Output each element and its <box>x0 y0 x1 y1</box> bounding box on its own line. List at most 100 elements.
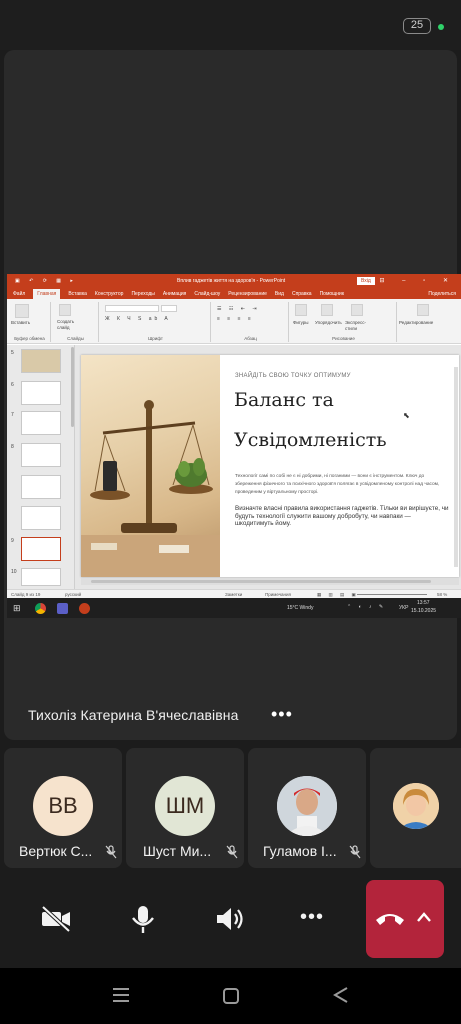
ppt-login-button[interactable]: Вхід <box>357 277 375 285</box>
find-icon[interactable] <box>417 304 429 316</box>
shapes-label[interactable]: Фигуры <box>293 320 309 325</box>
quick-styles-label[interactable]: Экспресс-стили <box>345 320 375 332</box>
windows-taskbar: ⊞ 15°C Windy ⌃ ◐ ♪ ✎ УКР 13:57 15.10.202… <box>7 598 461 618</box>
microphone-icon[interactable] <box>126 903 160 935</box>
chevron-up-icon[interactable] <box>416 911 432 923</box>
back-icon[interactable] <box>332 986 350 1004</box>
arrange-icon[interactable] <box>321 304 333 316</box>
language-indicator[interactable]: русский <box>65 592 81 597</box>
list-icons[interactable]: ☰ ☷ ⇤ ⇥ <box>217 306 260 312</box>
recent-apps-icon[interactable] <box>112 987 130 1003</box>
weather-widget[interactable]: 15°C Windy <box>287 605 313 611</box>
scroll-thumb[interactable] <box>91 580 431 583</box>
current-slide[interactable]: ЗНАЙДІТЬ СВОЮ ТОЧКУ ОПТИМУМУ Баланс та У… <box>81 355 459 577</box>
tab-help[interactable]: Справка <box>292 291 312 297</box>
slide-photo <box>81 355 220 577</box>
taskbar-time[interactable]: 13:57 <box>417 600 430 606</box>
font-label: Шрифт <box>148 336 163 341</box>
tab-review[interactable]: Рецензирование <box>228 291 267 297</box>
tab-assistant[interactable]: Помощник <box>320 291 344 297</box>
new-slide-label[interactable]: Создать слайд <box>57 319 79 331</box>
participant-tile[interactable]: ВВ Вертюк С... <box>4 748 122 868</box>
font-group: Ж К Ч S ab A Шрифт <box>101 302 211 342</box>
zoom-slider[interactable] <box>357 594 427 595</box>
participant-tile[interactable]: ШМ Шуст Ми... <box>126 748 244 868</box>
system-tray-icons[interactable]: ⌃ ◐ ♪ ✎ <box>347 604 386 610</box>
paste-label[interactable]: Вставить <box>11 320 30 325</box>
arrange-label[interactable]: Упорядочить <box>315 320 342 325</box>
slides-label: Слайды <box>67 336 84 341</box>
tab-view[interactable]: Вид <box>275 291 284 297</box>
person-photo <box>277 776 337 836</box>
font-size-select[interactable] <box>161 305 177 312</box>
presenter-name: Тихоліз Катерина В'ячеславівна <box>28 707 239 723</box>
avatar: ВВ <box>33 776 93 836</box>
tab-file[interactable]: Файл <box>13 291 25 297</box>
slide-horizontal-scrollbar[interactable] <box>81 578 459 585</box>
thumb-num-current: 9 <box>11 538 14 544</box>
slide-title-line1: Баланс та <box>234 389 334 411</box>
slide-thumbnail[interactable] <box>21 475 61 499</box>
hang-up-icon <box>376 914 404 925</box>
quick-styles-icon[interactable] <box>351 304 363 316</box>
slide-thumbnail-selected[interactable] <box>21 537 61 561</box>
thumbnail-scrollbar[interactable] <box>71 347 74 427</box>
tab-share[interactable]: Поделиться <box>428 291 456 297</box>
windows-start-icon[interactable]: ⊞ <box>13 603 21 614</box>
slide-kicker: ЗНАЙДІТЬ СВОЮ ТОЧКУ ОПТИМУМУ <box>235 373 351 379</box>
font-format-icons[interactable]: Ж К Ч S ab A <box>105 316 171 322</box>
thumb-num: 5 <box>11 350 14 356</box>
chrome-icon[interactable] <box>35 603 46 614</box>
tab-transitions[interactable]: Переходы <box>131 291 154 297</box>
more-options-button[interactable]: ••• <box>300 906 324 929</box>
slide-vertical-scrollbar[interactable] <box>454 367 458 567</box>
participant-tile[interactable]: Гуламов І... <box>248 748 366 868</box>
participant-name: Вертюк С... <box>19 843 93 859</box>
keyboard-lang[interactable]: УКР <box>399 605 408 611</box>
participant-count-badge[interactable]: 25 <box>403 18 431 34</box>
presenter-more-button[interactable]: ••• <box>271 704 293 725</box>
powerpoint-icon[interactable] <box>79 603 90 614</box>
notes-button[interactable]: Заметки <box>225 592 242 597</box>
participant-tile[interactable] <box>370 748 461 868</box>
camera-off-icon[interactable] <box>39 903 73 935</box>
slide-thumbnail-panel[interactable]: 5 6 7 8 9 10 <box>7 345 75 589</box>
paste-icon[interactable] <box>15 304 29 318</box>
comments-button[interactable]: Примечания <box>265 592 291 597</box>
mic-muted-icon <box>349 845 361 859</box>
font-name-select[interactable] <box>105 305 159 312</box>
slide-thumbnail[interactable] <box>21 506 61 530</box>
ppt-window-title: Вплив гаджетів життя на здоров'я - Power… <box>177 278 286 284</box>
tab-design[interactable]: Конструктор <box>95 291 124 297</box>
tab-slideshow[interactable]: Слайд-шоу <box>194 291 220 297</box>
ppt-ribbon: Вставить Буфер обмена Создать слайд Слай… <box>7 299 461 344</box>
editing-label[interactable]: Редактирование <box>399 320 433 325</box>
slide-thumbnail[interactable] <box>21 381 61 405</box>
thumb-num: 6 <box>11 382 14 388</box>
tab-home[interactable]: Главная <box>33 288 61 299</box>
slide-thumbnail[interactable] <box>21 411 61 435</box>
avatar-photo <box>393 783 439 829</box>
slide-thumbnail[interactable] <box>21 443 61 467</box>
paragraph-group: ☰ ☷ ⇤ ⇥ ≡ ≡ ≡ ≡ Абзац <box>213 302 289 342</box>
home-icon[interactable] <box>222 987 240 1005</box>
new-slide-icon[interactable] <box>59 304 71 316</box>
shapes-icon[interactable] <box>295 304 307 316</box>
slide-body-emphasis: Визначте власні правила використання гад… <box>235 505 449 527</box>
avatar: ШМ <box>155 776 215 836</box>
participant-name: Шуст Ми... <box>143 843 212 859</box>
zoom-level[interactable]: 58 % <box>437 592 447 597</box>
teams-icon[interactable] <box>57 603 68 614</box>
quick-access-icons[interactable]: ▣ ↶ ⟳ ▦ ▸ <box>15 278 77 284</box>
drawing-group: Фигуры Упорядочить Экспресс-стили Рисова… <box>291 302 397 342</box>
speaker-icon[interactable] <box>213 903 247 935</box>
tab-animation[interactable]: Анимация <box>163 291 186 297</box>
slide-thumbnail[interactable] <box>21 568 61 586</box>
align-icons[interactable]: ≡ ≡ ≡ ≡ <box>217 316 254 322</box>
taskbar-date[interactable]: 15.10.2025 <box>411 608 436 614</box>
hang-up-button[interactable] <box>366 880 444 958</box>
tab-insert[interactable]: Вставка <box>68 291 87 297</box>
thumb-num: 8 <box>11 444 14 450</box>
window-controls[interactable]: ⊟ – ▫ ✕ <box>379 277 456 284</box>
slide-thumbnail[interactable] <box>21 349 61 373</box>
